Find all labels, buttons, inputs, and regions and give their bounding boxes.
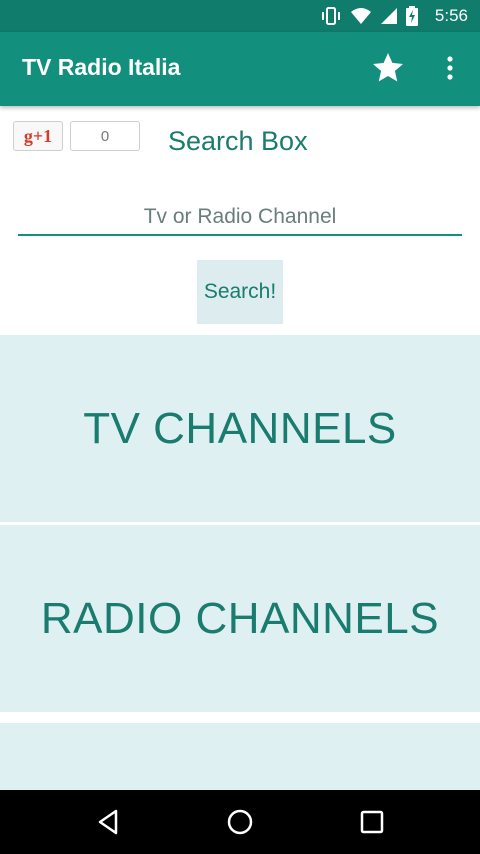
app-title: TV Radio Italia <box>22 54 181 80</box>
recents-icon <box>360 810 384 834</box>
overflow-menu-button[interactable] <box>440 54 460 84</box>
tv-channels-tile[interactable]: TV CHANNELS <box>0 335 480 522</box>
status-icons <box>320 6 418 26</box>
search-box-title: Search Box <box>168 126 308 156</box>
tile-divider <box>0 712 480 723</box>
recents-button[interactable] <box>356 806 388 838</box>
favorites-button[interactable] <box>370 50 406 86</box>
star-icon <box>373 53 403 82</box>
status-bar: 5:56 <box>0 0 480 32</box>
home-icon <box>227 809 253 835</box>
gplus-button[interactable]: g+1 <box>13 121 63 151</box>
overflow-menu-icon <box>447 56 453 80</box>
app-bar: TV Radio Italia <box>0 32 480 106</box>
system-nav-bar <box>0 790 480 854</box>
radio-channels-tile[interactable]: RADIO CHANNELS <box>0 525 480 712</box>
back-icon <box>98 809 118 835</box>
back-button[interactable] <box>92 806 124 838</box>
wifi-icon <box>351 8 371 24</box>
search-input[interactable] <box>18 200 462 236</box>
signal-icon <box>381 8 397 24</box>
status-time: 5:56 <box>434 6 468 25</box>
search-button[interactable]: Search! <box>197 260 283 324</box>
vibrate-icon <box>322 7 340 25</box>
category-tile[interactable] <box>0 723 480 790</box>
home-button[interactable] <box>224 806 256 838</box>
gplus-count: 0 <box>70 121 140 151</box>
battery-charging-icon <box>406 6 418 26</box>
